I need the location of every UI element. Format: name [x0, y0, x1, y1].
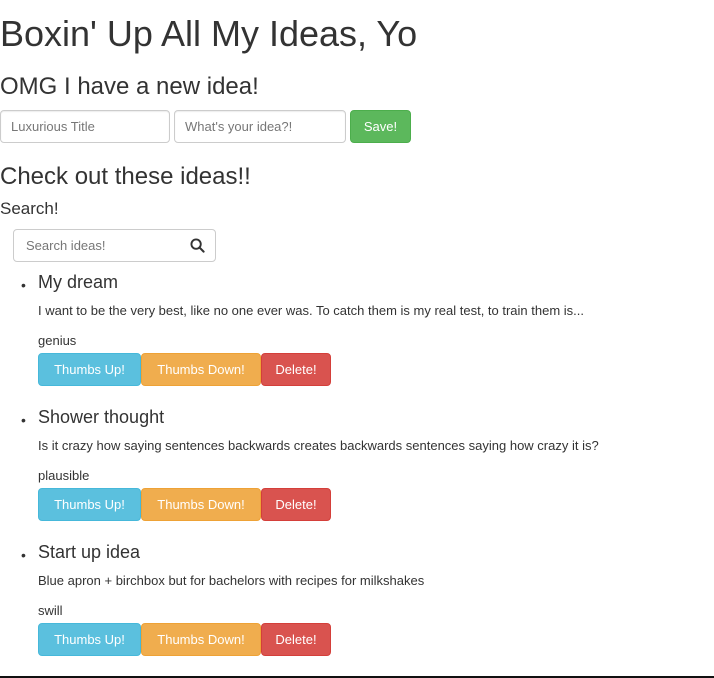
- search-box: [13, 229, 216, 262]
- search-icon[interactable]: [190, 238, 205, 253]
- thumbs-up-button[interactable]: Thumbs Up!: [38, 488, 141, 521]
- save-button[interactable]: Save!: [350, 110, 411, 143]
- idea-title-input[interactable]: [0, 110, 170, 143]
- idea-quality: swill: [38, 603, 63, 618]
- thumbs-up-button[interactable]: Thumbs Up!: [38, 353, 141, 386]
- thumbs-down-button[interactable]: Thumbs Down!: [141, 488, 261, 521]
- idea-body: I want to be the very best, like no one …: [38, 303, 585, 318]
- new-idea-heading: OMG I have a new idea!: [0, 73, 259, 100]
- delete-button[interactable]: Delete!: [261, 488, 331, 521]
- idea-body: Is it crazy how saying sentences backwar…: [38, 438, 599, 453]
- delete-button[interactable]: Delete!: [261, 353, 331, 386]
- ideas-heading: Check out these ideas!!: [0, 163, 251, 190]
- thumbs-up-button[interactable]: Thumbs Up!: [38, 623, 141, 656]
- idea-title: My dream: [38, 272, 119, 292]
- idea-quality: genius: [38, 333, 77, 348]
- search-label: Search!: [0, 199, 59, 218]
- search-input[interactable]: [14, 230, 184, 261]
- delete-button[interactable]: Delete!: [261, 623, 331, 656]
- idea-body-input[interactable]: [174, 110, 346, 143]
- page: Boxin' Up All My Ideas, Yo OMG I have a …: [0, 0, 714, 678]
- idea-quality: plausible: [38, 468, 90, 483]
- thumbs-down-button[interactable]: Thumbs Down!: [141, 353, 261, 386]
- list-bullet: •: [21, 277, 26, 293]
- idea-title: Start up idea: [38, 542, 141, 562]
- page-title: Boxin' Up All My Ideas, Yo: [0, 13, 418, 54]
- idea-title: Shower thought: [38, 407, 165, 427]
- thumbs-down-button[interactable]: Thumbs Down!: [141, 623, 261, 656]
- list-bullet: •: [21, 412, 26, 428]
- idea-body: Blue apron + birchbox but for bachelors …: [38, 573, 425, 588]
- list-bullet: •: [21, 547, 26, 563]
